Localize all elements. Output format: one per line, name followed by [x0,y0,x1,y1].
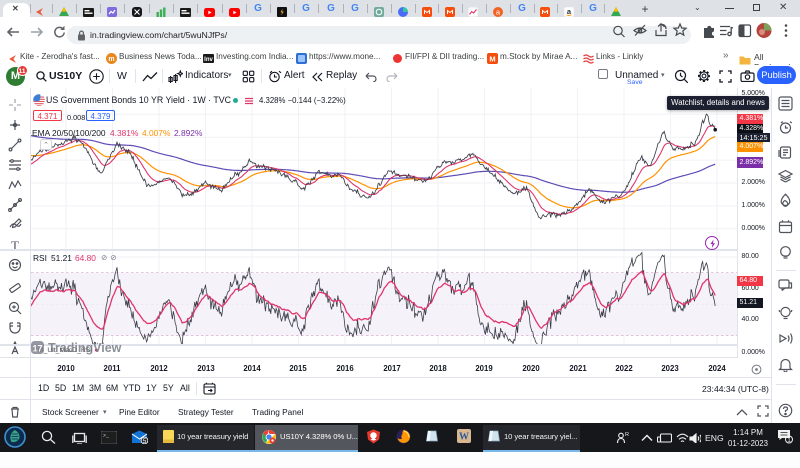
svg-text:M: M [489,54,495,63]
svg-text:5: 5 [143,438,147,444]
svg-text:R: R [625,432,629,438]
svg-text:TradingView: TradingView [48,341,122,355]
svg-text:17: 17 [32,344,42,354]
svg-text:Inv: Inv [204,57,213,63]
svg-text:W: W [459,432,469,443]
svg-text:m: m [108,56,114,63]
svg-text:>_: >_ [103,433,110,439]
